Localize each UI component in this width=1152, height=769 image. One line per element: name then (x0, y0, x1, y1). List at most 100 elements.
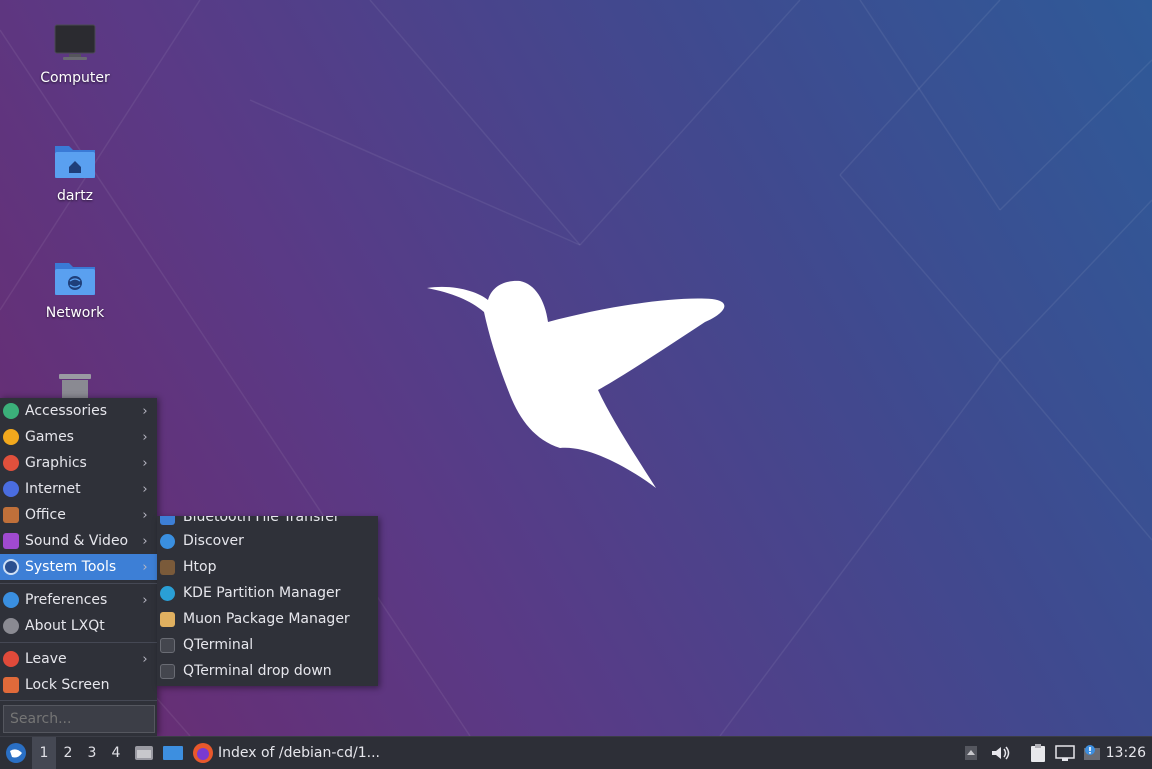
network-icon (1055, 745, 1075, 761)
submenu-item-kde-partition-manager[interactable]: KDE Partition Manager (157, 580, 378, 606)
taskbar: 1 2 3 4 Index of /debian-cd/1... 13:26 (0, 736, 1152, 769)
menu-search-input[interactable] (3, 705, 155, 733)
office-icon (3, 507, 19, 523)
menu-item-internet[interactable]: Internet › (0, 476, 157, 502)
desktop-icon-home[interactable]: dartz (20, 140, 130, 204)
leave-icon (3, 651, 19, 667)
menu-item-label: Office (25, 507, 66, 523)
submenu-item-htop[interactable]: Htop (157, 554, 378, 580)
partition-manager-icon (160, 585, 175, 601)
menu-item-label: Sound & Video (25, 533, 129, 549)
chevron-right-icon: › (142, 429, 148, 445)
application-menu: Accessories › Games › Graphics › Interne… (0, 398, 157, 736)
window-title: Index of /debian-cd/1... (218, 745, 380, 761)
bluetooth-icon (160, 516, 175, 525)
submenu-item-label: Discover (183, 533, 244, 549)
menu-item-label: About LXQt (25, 618, 105, 634)
desktop-icon-network[interactable]: Network (20, 257, 130, 321)
chevron-right-icon: › (142, 455, 148, 471)
file-manager-launcher[interactable] (132, 737, 156, 769)
tray-expand-button[interactable] (962, 737, 980, 769)
start-menu-button[interactable] (2, 737, 30, 769)
desktop-icon (163, 746, 183, 760)
volume-button[interactable] (988, 737, 1012, 769)
submenu-item-label: QTerminal (183, 637, 254, 653)
menu-item-preferences[interactable]: Preferences › (0, 587, 157, 613)
submenu-item-qterminal-drop-down[interactable]: QTerminal drop down (157, 658, 378, 684)
menu-item-graphics[interactable]: Graphics › (0, 450, 157, 476)
workspace-2-button[interactable]: 2 (56, 737, 80, 769)
clipboard-button[interactable] (1026, 737, 1050, 769)
workspace-1-button[interactable]: 1 (32, 737, 56, 769)
clock[interactable]: 13:26 (1106, 737, 1146, 769)
desktop-icon-label: Computer (40, 70, 110, 86)
volume-icon (992, 746, 1010, 760)
terminal-icon (160, 637, 175, 653)
menu-item-about-lxqt[interactable]: About LXQt (0, 613, 157, 639)
network-folder-icon (53, 257, 97, 301)
preferences-icon (3, 592, 19, 608)
submenu-item-muon-package-manager[interactable]: Muon Package Manager (157, 606, 378, 632)
menu-item-label: Accessories (25, 403, 108, 419)
menu-item-label: System Tools (25, 559, 117, 575)
info-icon (3, 618, 19, 634)
file-manager-icon (135, 746, 153, 760)
chevron-right-icon: › (142, 507, 148, 523)
submenu-item-label: Muon Package Manager (183, 611, 350, 627)
network-button[interactable] (1052, 737, 1078, 769)
muon-icon (160, 611, 175, 627)
menu-item-label: Games (25, 429, 74, 445)
home-folder-icon (53, 140, 97, 184)
desktop-icon-computer[interactable]: Computer (20, 22, 130, 86)
htop-icon (160, 559, 175, 575)
discover-icon (160, 533, 175, 549)
menu-item-lock-screen[interactable]: Lock Screen (0, 672, 157, 698)
menu-item-games[interactable]: Games › (0, 424, 157, 450)
show-desktop-launcher[interactable] (160, 737, 186, 769)
menu-item-label: Internet (25, 481, 81, 497)
chevron-up-icon (965, 746, 977, 760)
graphics-icon (3, 455, 19, 471)
menu-separator (0, 700, 157, 701)
chevron-right-icon: › (142, 403, 148, 419)
submenu-item-label: Bluetooth File Transfer (183, 516, 340, 525)
notifications-button[interactable] (1080, 737, 1104, 769)
menu-separator (0, 583, 157, 584)
accessories-icon (3, 403, 19, 419)
chevron-right-icon: › (142, 533, 148, 549)
chevron-right-icon: › (142, 559, 148, 575)
firefox-icon (193, 743, 213, 763)
submenu-item-label: Htop (183, 559, 217, 575)
chevron-right-icon: › (142, 592, 148, 608)
system-tools-submenu: Bluetooth File Transfer Discover Htop KD… (157, 516, 378, 686)
lxqt-logo-icon (6, 743, 26, 763)
menu-item-office[interactable]: Office › (0, 502, 157, 528)
menu-item-label: Lock Screen (25, 677, 110, 693)
workspace-4-button[interactable]: 4 (104, 737, 128, 769)
terminal-dropdown-icon (160, 663, 175, 679)
workspace-3-button[interactable]: 3 (80, 737, 104, 769)
desktop-icon-label: Network (45, 305, 105, 321)
submenu-item-label: KDE Partition Manager (183, 585, 341, 601)
menu-item-system-tools[interactable]: System Tools › (0, 554, 157, 580)
chevron-right-icon: › (142, 651, 148, 667)
workspace-label: 1 (39, 745, 49, 761)
submenu-item-discover[interactable]: Discover (157, 528, 378, 554)
taskbar-window-browser[interactable]: Index of /debian-cd/1... (192, 737, 392, 769)
menu-item-leave[interactable]: Leave › (0, 646, 157, 672)
lock-icon (3, 677, 19, 693)
menu-item-accessories[interactable]: Accessories › (0, 398, 157, 424)
menu-item-label: Graphics (25, 455, 87, 471)
computer-icon (53, 22, 97, 66)
system-tools-icon (3, 559, 19, 575)
menu-item-label: Preferences (25, 592, 108, 608)
menu-item-sound-video[interactable]: Sound & Video › (0, 528, 157, 554)
clipboard-icon (1031, 744, 1045, 762)
workspace-label: 4 (111, 745, 121, 761)
submenu-item-label: QTerminal drop down (183, 663, 332, 679)
submenu-item-qterminal[interactable]: QTerminal (157, 632, 378, 658)
games-icon (3, 429, 19, 445)
chevron-right-icon: › (142, 481, 148, 497)
desktop-icon-label: dartz (56, 188, 94, 204)
menu-separator (0, 642, 157, 643)
